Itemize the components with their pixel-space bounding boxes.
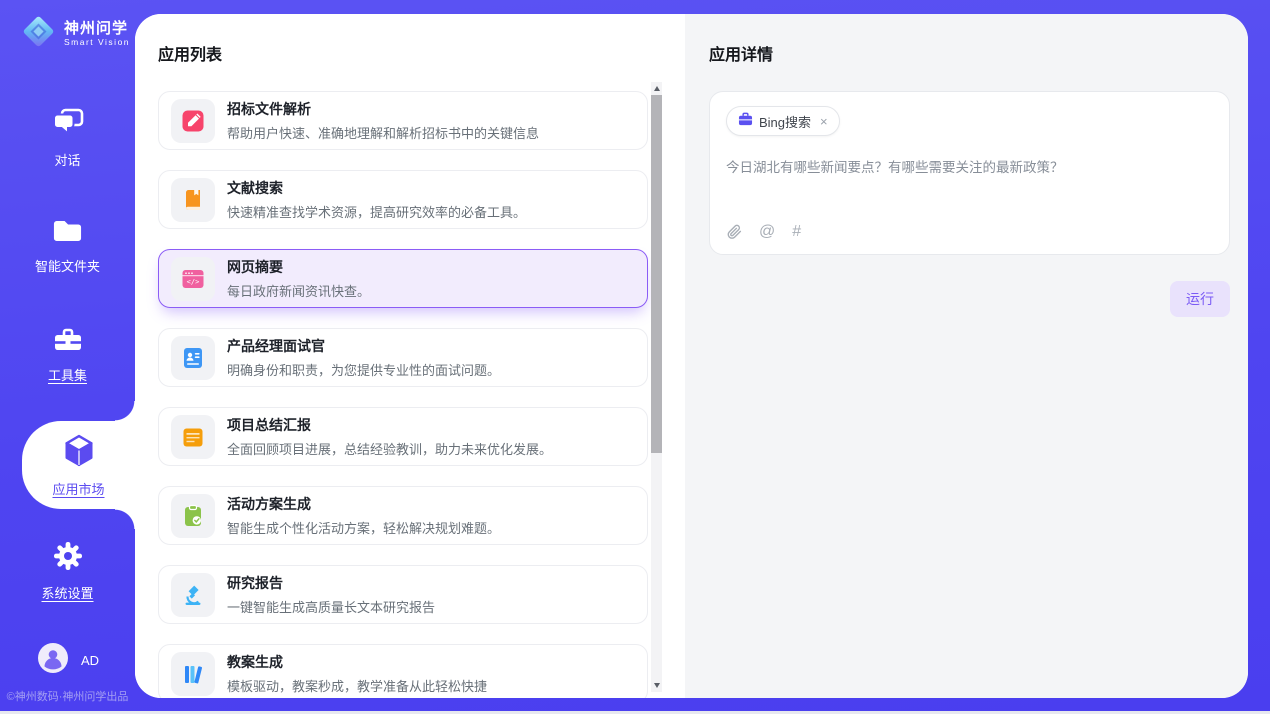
app-card-title: 教案生成 bbox=[227, 652, 487, 672]
app-card-description: 帮助用户快速、准确地理解和解析招标书中的关键信息 bbox=[227, 123, 539, 142]
app-card-description: 全面回顾项目进展，总结经验教训，助力未来优化发展。 bbox=[227, 439, 552, 458]
app-card-webpage-summary[interactable]: </> 网页摘要 每日政府新闻资讯快查。 bbox=[158, 249, 648, 308]
scroll-down-button[interactable] bbox=[651, 679, 662, 692]
sidebar-item-chat[interactable]: 对话 bbox=[0, 108, 135, 169]
app-card-description: 快速精准查找学术资源，提高研究效率的必备工具。 bbox=[227, 202, 526, 221]
app-card-description: 每日政府新闻资讯快查。 bbox=[227, 281, 370, 300]
user-account[interactable]: AD bbox=[38, 643, 99, 678]
prompt-card: Bing搜索 × 今日湖北有哪些新闻要点？有哪些需要关注的最新政策？ @ # bbox=[709, 91, 1230, 255]
app-list: 招标文件解析 帮助用户快速、准确地理解和解析招标书中的关键信息 文献搜索 快速精… bbox=[158, 91, 648, 698]
app-card-pm-interviewer[interactable]: 产品经理面试官 明确身份和职责，为您提供专业性的面试问题。 bbox=[158, 328, 648, 387]
close-icon[interactable]: × bbox=[820, 114, 828, 129]
app-card-title: 文献搜索 bbox=[227, 178, 526, 198]
user-name: AD bbox=[81, 653, 99, 668]
copyright-footer: ©神州数码·神州问学出品 bbox=[2, 688, 133, 704]
clipboard-check-icon bbox=[171, 494, 215, 538]
app-card-description: 智能生成个性化活动方案，轻松解决规划难题。 bbox=[227, 518, 500, 537]
user-avatar-icon bbox=[38, 643, 68, 678]
diamond-logo-icon bbox=[20, 13, 57, 55]
sidebar-item-toolset[interactable]: 工具集 bbox=[0, 326, 135, 384]
app-card-lesson-plan[interactable]: 教案生成 模板驱动，教案秒成，教学准备从此轻松快捷 bbox=[158, 644, 648, 698]
interview-icon bbox=[171, 336, 215, 380]
edit-icon bbox=[171, 99, 215, 143]
toolbox-icon bbox=[52, 326, 84, 358]
briefcase-icon bbox=[738, 112, 753, 131]
sidebar: 神州问学 Smart Vision 对话 智能文件夹 bbox=[0, 0, 135, 714]
sidebar-item-app-market[interactable]: 应用市场 bbox=[22, 421, 135, 509]
app-card-event-plan[interactable]: 活动方案生成 智能生成个性化活动方案，轻松解决规划难题。 bbox=[158, 486, 648, 545]
logo-title: 神州问学 bbox=[64, 21, 130, 37]
book-icon bbox=[171, 178, 215, 222]
mention-icon[interactable]: @ bbox=[759, 223, 775, 241]
prompt-input[interactable]: 今日湖北有哪些新闻要点？有哪些需要关注的最新政策？ bbox=[726, 156, 1213, 176]
app-card-bid-document-analysis[interactable]: 招标文件解析 帮助用户快速、准确地理解和解析招标书中的关键信息 bbox=[158, 91, 648, 150]
webpage-icon: </> bbox=[171, 257, 215, 301]
microscope-icon bbox=[171, 573, 215, 617]
tool-tag-label: Bing搜索 bbox=[759, 112, 811, 131]
folder-icon bbox=[52, 218, 83, 249]
app-card-description: 模板驱动，教案秒成，教学准备从此轻松快捷 bbox=[227, 676, 487, 695]
app-card-title: 网页摘要 bbox=[227, 257, 370, 277]
app-card-title: 招标文件解析 bbox=[227, 99, 539, 119]
sidebar-item-label: 对话 bbox=[54, 150, 80, 169]
run-button[interactable]: 运行 bbox=[1170, 281, 1230, 317]
app-card-description: 明确身份和职责，为您提供专业性的面试问题。 bbox=[227, 360, 500, 379]
app-list-scrollbar[interactable] bbox=[651, 82, 662, 692]
svg-text:</>: </> bbox=[187, 278, 200, 286]
gear-icon bbox=[53, 541, 83, 576]
sidebar-item-label: 智能文件夹 bbox=[35, 256, 100, 275]
sidebar-item-settings[interactable]: 系统设置 bbox=[0, 541, 135, 602]
app-card-title: 产品经理面试官 bbox=[227, 336, 500, 356]
app-card-title: 活动方案生成 bbox=[227, 494, 500, 514]
app-card-research-report[interactable]: 研究报告 一键智能生成高质量长文本研究报告 bbox=[158, 565, 648, 624]
input-toolbar: @ # bbox=[727, 223, 801, 241]
app-logo: 神州问学 Smart Vision bbox=[20, 13, 130, 55]
cube-icon bbox=[63, 434, 95, 472]
app-detail-panel: 应用详情 Bing搜索 × 今日湖北有哪些新闻要点？有哪些需要关注的最新政策？ bbox=[685, 14, 1248, 698]
app-card-title: 研究报告 bbox=[227, 573, 435, 593]
hashtag-icon[interactable]: # bbox=[792, 223, 801, 241]
triangle-down-icon bbox=[654, 683, 660, 688]
scrollbar-thumb[interactable] bbox=[651, 95, 662, 453]
app-card-title: 项目总结汇报 bbox=[227, 415, 552, 435]
scroll-up-button[interactable] bbox=[651, 82, 662, 95]
tool-tag-bing-search[interactable]: Bing搜索 × bbox=[726, 106, 840, 136]
sidebar-item-label: 应用市场 bbox=[52, 479, 104, 498]
logo-subtitle: Smart Vision bbox=[64, 38, 130, 47]
app-card-project-summary[interactable]: 项目总结汇报 全面回顾项目进展，总结经验教训，助力未来优化发展。 bbox=[158, 407, 648, 466]
paperclip-icon[interactable] bbox=[727, 224, 742, 240]
sidebar-item-smart-folder[interactable]: 智能文件夹 bbox=[0, 218, 135, 275]
app-detail-title: 应用详情 bbox=[709, 41, 1230, 65]
chat-icon bbox=[52, 108, 84, 143]
summary-icon bbox=[171, 415, 215, 459]
app-card-literature-search[interactable]: 文献搜索 快速精准查找学术资源，提高研究效率的必备工具。 bbox=[158, 170, 648, 229]
main-panel: 应用列表 招标文件解析 帮助用户快速、准确地理解和解析招标书中的关键信息 bbox=[135, 14, 1248, 698]
app-list-panel: 应用列表 招标文件解析 帮助用户快速、准确地理解和解析招标书中的关键信息 bbox=[135, 14, 685, 698]
app-list-title: 应用列表 bbox=[158, 41, 685, 65]
run-row: 运行 bbox=[709, 281, 1230, 317]
sidebar-item-label: 工具集 bbox=[48, 365, 87, 384]
app-card-description: 一键智能生成高质量长文本研究报告 bbox=[227, 597, 435, 616]
sidebar-item-label: 系统设置 bbox=[41, 583, 93, 602]
books-icon bbox=[171, 652, 215, 696]
triangle-up-icon bbox=[654, 86, 660, 91]
